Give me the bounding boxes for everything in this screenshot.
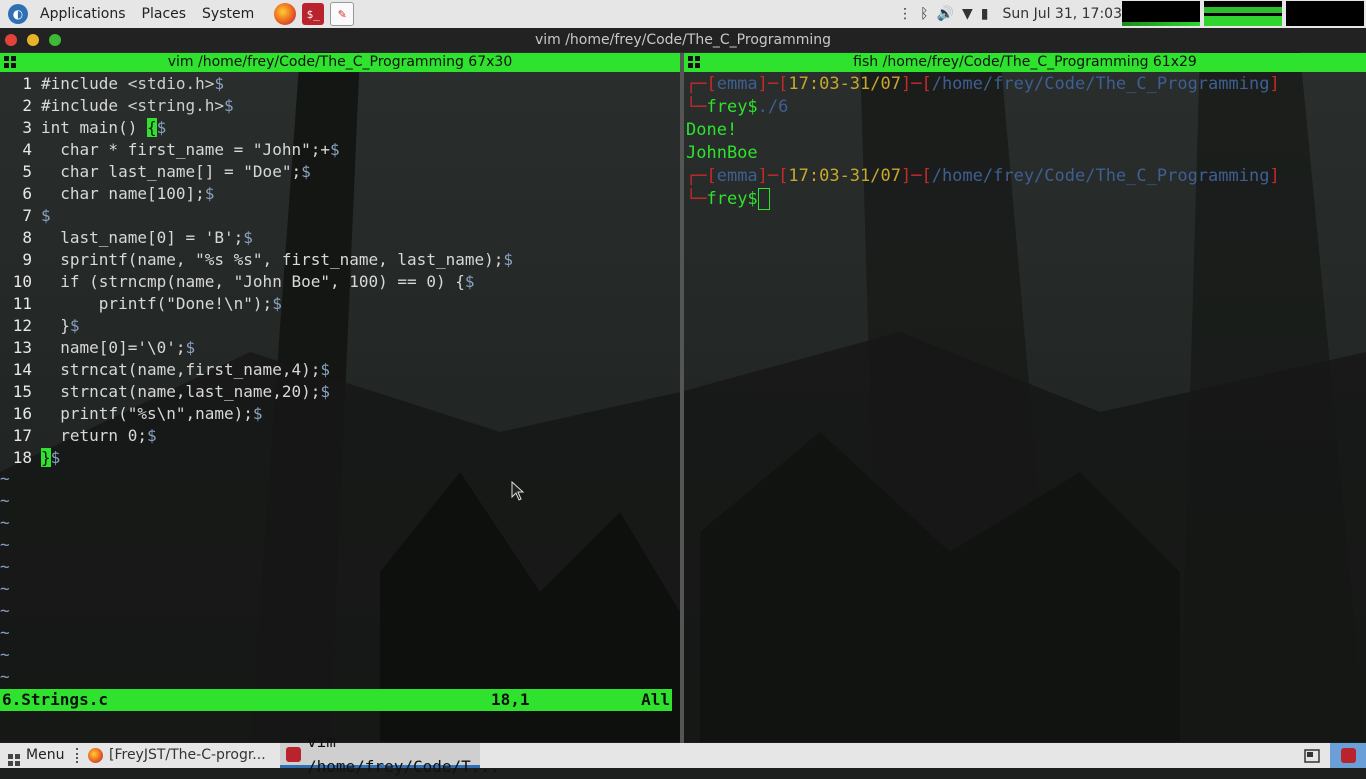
text-editor-launcher-icon[interactable]: ✎ [330, 2, 355, 26]
cpu-monitor[interactable] [1122, 1, 1200, 26]
maximize-button[interactable] [49, 34, 61, 46]
bluetooth-icon[interactable]: ᛒ [920, 6, 928, 22]
prompt-line: ┌─[emma]─[17:03-31/07]─[/home/frey/Code/… [686, 74, 1280, 94]
tray-handle-icon: ⋮ [898, 6, 913, 22]
system-monitors [1122, 1, 1364, 26]
code-line[interactable]: 17 return 0;$ [0, 425, 157, 447]
bottom-taskbar: Menu [FreyJST/The-C-progr... vim /home/f… [0, 732, 1366, 776]
left-pane-title: vim /home/frey/Code/The_C_Programming 67… [167, 54, 513, 70]
system-menu[interactable]: System [194, 0, 262, 28]
workspace-area [1294, 743, 1366, 768]
terminal-icon [286, 746, 301, 762]
empty-line-marker: ~ [0, 469, 10, 488]
prompt-line: ┌─[emma]─[17:03-31/07]─[/home/frey/Code/… [686, 166, 1280, 186]
matching-brace: { [146, 118, 157, 137]
terminal-launcher-icon[interactable]: $_ [302, 3, 325, 25]
empty-line-marker: ~ [0, 491, 10, 510]
empty-line-marker: ~ [0, 645, 10, 664]
empty-line-marker: ~ [0, 513, 10, 532]
status-scroll: All [641, 690, 670, 709]
right-pane-header[interactable]: fish /home/frey/Code/The_C_Programming 6… [684, 53, 1366, 72]
top-panel: ◐ Applications Places System $_ ✎ ⋮ ᛒ 🔊 … [0, 0, 1366, 28]
code-line[interactable]: 4 char * first_name = "John";+$ [0, 139, 339, 161]
taskbar-handle[interactable] [76, 748, 81, 763]
code-line[interactable]: 12 }$ [0, 315, 80, 337]
close-button[interactable] [5, 34, 17, 46]
output-line: Done! [686, 120, 738, 140]
code-line[interactable]: 13 name[0]='\0';$ [0, 337, 195, 359]
pane-grid-icon[interactable] [4, 56, 16, 68]
menu-grid-icon [8, 750, 20, 766]
places-menu[interactable]: Places [134, 0, 195, 28]
left-pane-header[interactable]: vim /home/frey/Code/The_C_Programming 67… [0, 53, 680, 72]
code-line[interactable]: 10 if (strncmp(name, "John Boe", 100) ==… [0, 271, 475, 293]
fish-terminal[interactable]: ┌─[emma]─[17:03-31/07]─[/home/frey/Code/… [686, 73, 1366, 743]
pane-divider[interactable] [680, 53, 684, 743]
memory-monitor[interactable] [1204, 1, 1282, 26]
code-line[interactable]: 8 last_name[0] = 'B';$ [0, 227, 253, 249]
terminal-cursor [757, 188, 770, 210]
empty-line-marker: ~ [0, 579, 10, 598]
code-line[interactable]: 1 #include <stdio.h>$ [0, 73, 224, 95]
wifi-icon[interactable]: ▼ [962, 6, 973, 22]
empty-line-marker: ~ [0, 667, 10, 686]
empty-line-marker: ~ [0, 623, 10, 642]
firefox-launcher-icon[interactable] [274, 3, 297, 25]
clock[interactable]: Sun Jul 31, 17:03 [1003, 6, 1123, 22]
minimize-button[interactable] [27, 34, 39, 46]
menu-label: Menu [26, 747, 65, 763]
code-line[interactable]: 9 sprintf(name, "%s %s", first_name, las… [0, 249, 513, 271]
menu-button[interactable]: Menu [8, 743, 64, 768]
network-monitor[interactable] [1286, 1, 1364, 26]
window-title: vim /home/frey/Code/The_C_Programming [534, 32, 832, 48]
battery-icon[interactable]: ▮ [981, 6, 989, 22]
status-filename: 6.Strings.c [2, 690, 108, 709]
code-line[interactable]: 2 #include <string.h>$ [0, 95, 233, 117]
code-line[interactable]: 3 int main() {$ [0, 117, 166, 139]
code-line[interactable]: 7 $ [0, 205, 50, 227]
empty-line-marker: ~ [0, 601, 10, 620]
terminal-icon [1340, 748, 1356, 763]
firefox-icon [88, 748, 103, 763]
code-line[interactable]: 5 char last_name[] = "Doe";$ [0, 161, 310, 183]
command-line: └─frey$./6 [686, 97, 789, 117]
output-line: JohnBoe [686, 143, 758, 163]
code-line[interactable]: 11 printf("Done!\n");$ [0, 293, 282, 315]
code-line[interactable]: 15 strncat(name,last_name,20);$ [0, 381, 330, 403]
workspace-1[interactable] [1330, 743, 1366, 768]
window-titlebar: vim /home/frey/Code/The_C_Programming [0, 28, 1366, 52]
status-cursor-position: 18,1 [491, 690, 530, 709]
applications-menu[interactable]: Applications [32, 0, 134, 28]
vim-editor[interactable]: 1 #include <stdio.h>$ 2 #include <string.h… [0, 73, 680, 743]
code-line[interactable]: 18}$ [0, 447, 60, 469]
mate-logo-icon[interactable]: ◐ [8, 4, 28, 24]
task-label: [FreyJST/The-C-progr... [109, 747, 266, 763]
task-label: vim /home/frey/Code/T... [307, 732, 500, 776]
task-vim-terminal[interactable]: vim /home/frey/Code/T... [280, 732, 500, 776]
task-firefox[interactable]: [FreyJST/The-C-progr... [82, 743, 284, 768]
pane-grid-icon[interactable] [688, 56, 700, 68]
empty-line-marker: ~ [0, 535, 10, 554]
code-line[interactable]: 16 printf("%s\n",name);$ [0, 403, 263, 425]
command-line[interactable]: └─frey$ [686, 188, 770, 211]
show-desktop-icon[interactable] [1294, 743, 1330, 768]
code-line[interactable]: 6 char name[100];$ [0, 183, 214, 205]
volume-icon[interactable]: 🔊 [937, 6, 954, 22]
code-line[interactable]: 14 strncat(name,first_name,4);$ [0, 359, 330, 381]
right-pane-title: fish /home/frey/Code/The_C_Programming 6… [853, 54, 1197, 70]
mouse-pointer-icon [511, 481, 525, 501]
empty-line-marker: ~ [0, 557, 10, 576]
vim-status-line: 6.Strings.c 18,1 All [0, 689, 672, 711]
system-tray: ⋮ ᛒ 🔊 ▼ ▮ Sun Jul 31, 17:03 [898, 0, 1122, 28]
vim-cursor: } [41, 448, 51, 467]
